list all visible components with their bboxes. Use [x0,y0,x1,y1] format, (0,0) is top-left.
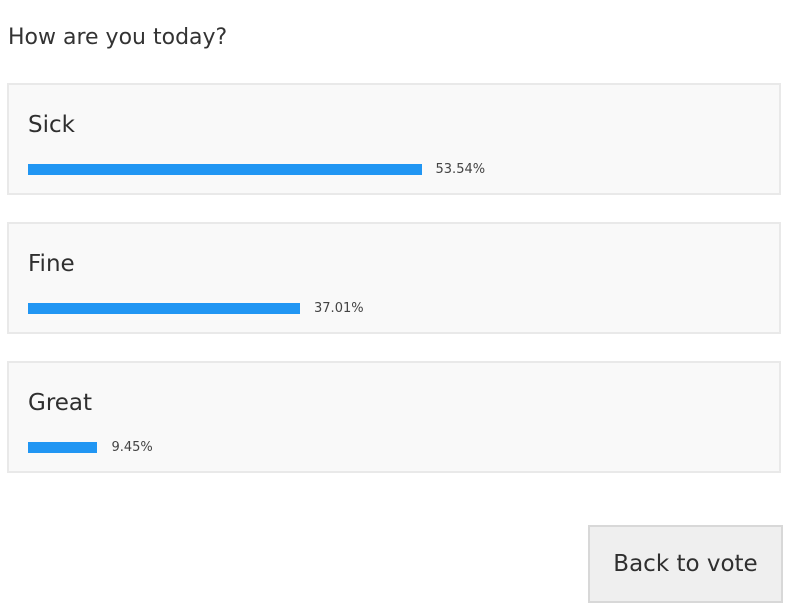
poll-question: How are you today? [8,25,228,50]
result-bar [28,303,301,314]
back-to-vote-button[interactable]: Back to vote [588,525,783,603]
result-bar [28,164,422,175]
option-label: Great [28,390,93,416]
result-bar-track: 37.01% [28,300,758,316]
option-label: Fine [28,251,75,277]
poll-option-sick: Sick 53.54% [7,83,781,195]
result-percent: 37.01% [314,300,364,316]
option-label: Sick [28,112,75,138]
poll-option-fine: Fine 37.01% [7,222,781,334]
poll-option-great: Great 9.45% [7,361,781,473]
poll-results: How are you today? Sick 53.54% Fine 37.0… [0,0,800,615]
result-percent: 9.45% [111,439,153,455]
result-bar-track: 9.45% [28,439,758,455]
result-percent: 53.54% [435,161,486,177]
result-bar-track: 53.54% [28,161,758,177]
result-bar [28,442,98,453]
